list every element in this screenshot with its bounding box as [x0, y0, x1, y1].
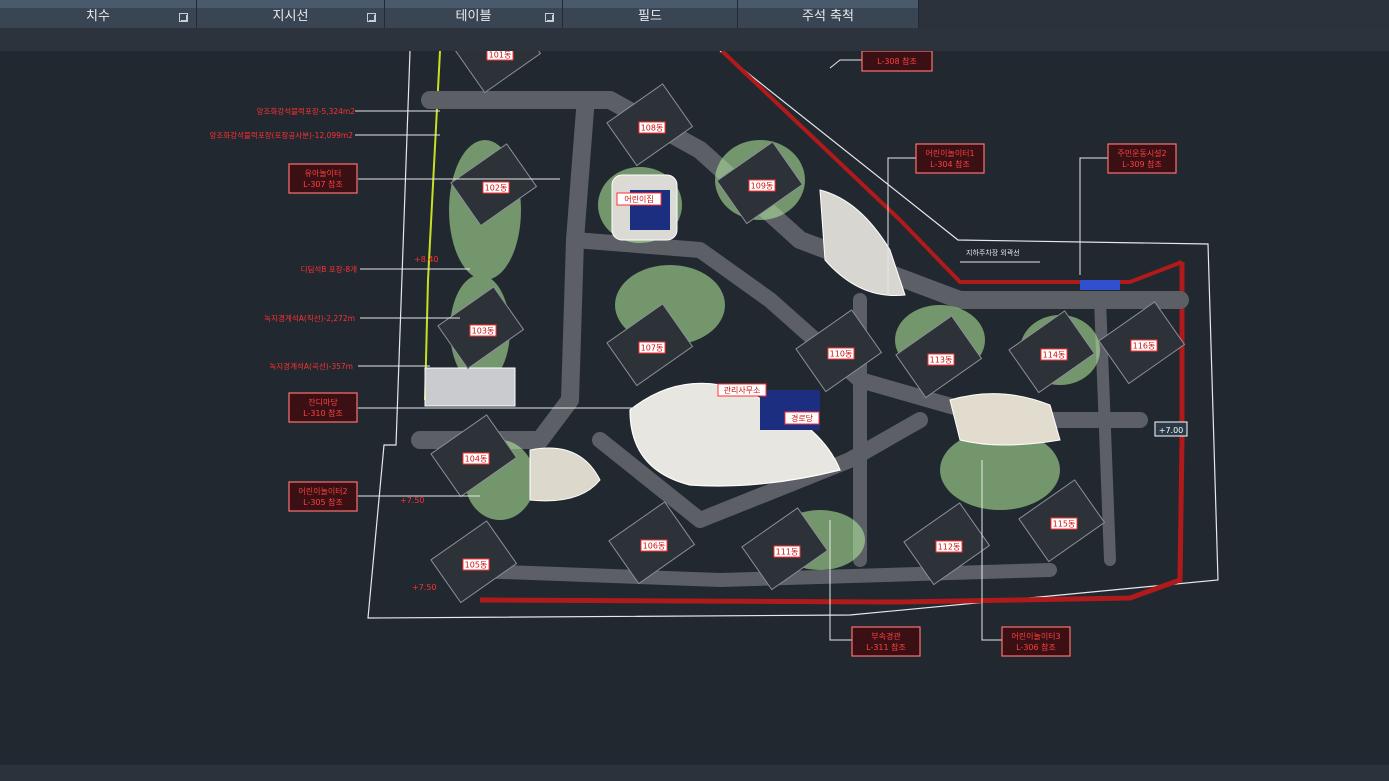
note-paving-2: 앙조화강석블럭포장(포장공사분)-12,099m2 — [210, 130, 354, 140]
level-mark: +7.50 — [400, 496, 425, 505]
note-parking-outline: 지하주차장 외곽선 — [966, 248, 1020, 257]
building-label: 106동 — [643, 542, 666, 551]
building-label: 104동 — [465, 455, 488, 464]
tab-top-strip — [197, 0, 384, 8]
panel-label: 필드 — [638, 9, 662, 24]
level-mark: +8.40 — [414, 255, 439, 264]
building-label: 105동 — [465, 561, 488, 570]
callout-ref: L-308 참조 — [877, 56, 917, 66]
ribbon-panel-bar: 치수 지시선 테이블 필드 주석 축척 — [0, 0, 1389, 28]
ribbon-panel-leaders[interactable]: 지시선 — [197, 0, 385, 28]
callout-accessory: 부속경관 L-311 참조 — [851, 626, 921, 657]
callout-playground-2: 어린이놀이터2 L-305 참조 — [288, 481, 358, 512]
building-label: 110동 — [830, 350, 853, 359]
status-bar — [0, 765, 1389, 781]
callout-title: 어린이놀이터3 — [1011, 631, 1060, 641]
callout-playground-1: 어린이놀이터1 L-304 참조 — [915, 143, 985, 174]
note-curb-curved: 녹지경계석A(곡선)-357m — [269, 361, 353, 371]
building-label: 108동 — [641, 124, 664, 133]
tab-top-strip — [738, 0, 918, 8]
tab-top-strip — [385, 0, 562, 8]
dialog-launcher-icon[interactable] — [179, 13, 188, 22]
building-label: 111동 — [776, 548, 799, 557]
lawn-yard — [424, 367, 516, 407]
callout-playground-3: 어린이놀이터3 L-306 참조 — [1001, 626, 1071, 657]
building-label: 112동 — [938, 543, 961, 552]
callout-title: 어린이놀이터1 — [925, 148, 974, 158]
callout-fitness-2: 주민운동시설2 L-309 참조 — [1107, 143, 1177, 174]
west-playground — [529, 447, 601, 502]
tab-top-strip — [563, 0, 737, 8]
level-mark: +7.50 — [412, 583, 437, 592]
building-label: 116동 — [1133, 342, 1156, 351]
callout-ref: L-310 참조 — [303, 408, 343, 418]
callout-ref: L-309 참조 — [1122, 159, 1162, 169]
callout-top: L-308 참조 — [861, 51, 933, 72]
tab-top-strip — [0, 0, 196, 8]
callout-ref: L-305 참조 — [303, 497, 343, 507]
ribbon-panel-dimensions[interactable]: 치수 — [0, 0, 197, 28]
callout-title: 주민운동시설2 — [1117, 148, 1166, 158]
callout-title: 부속경관 — [871, 631, 901, 641]
ribbon-panel-fields[interactable]: 필드 — [563, 0, 738, 28]
ribbon-panel-tables[interactable]: 테이블 — [385, 0, 563, 28]
dialog-launcher-icon[interactable] — [367, 13, 376, 22]
callout-ref: L-311 참조 — [866, 642, 906, 652]
dialog-launcher-icon[interactable] — [545, 13, 554, 22]
facility-senior-center: 경로당 — [791, 413, 814, 423]
ribbon-panel-annotation-scale[interactable]: 주석 축척 — [738, 0, 919, 28]
panel-label: 지시선 — [272, 9, 309, 24]
callout-title: 잔디마당 — [308, 397, 338, 407]
site-plan-drawing: 101동 102동 103동 104동 105동 106동 107동 108동 109동 110동… — [210, 51, 1219, 657]
building-label: 109동 — [751, 182, 774, 191]
building-label: 101동 — [489, 51, 512, 60]
building-label: 115동 — [1053, 520, 1076, 529]
callout-playground-toddler: 유아놀이터 L-307 참조 — [288, 163, 358, 194]
building-label: 102동 — [485, 184, 508, 193]
east-playground — [949, 393, 1061, 446]
panel-label: 치수 — [86, 9, 110, 24]
drawing-canvas[interactable]: 101동 102동 103동 104동 105동 106동 107동 108동 109동 110동… — [0, 51, 1389, 765]
facility-daycare: 어린이집 — [624, 194, 653, 204]
north-playground — [819, 189, 906, 297]
panel-label: 주석 축척 — [802, 9, 854, 24]
note-stepping-stone: 디딤석B 포장-8개 — [301, 264, 358, 274]
file-tab-strip — [0, 28, 1389, 51]
callout-ref: L-307 참조 — [303, 179, 343, 189]
building-label: 114동 — [1043, 351, 1066, 360]
note-curb-straight: 녹지경계석A(직선)-2,272m — [264, 313, 355, 323]
fitness-zone — [1080, 280, 1120, 290]
callout-title: 유아놀이터 — [305, 168, 342, 178]
panel-label: 테이블 — [455, 9, 492, 24]
building-label: 107동 — [641, 344, 664, 353]
facility-management-office: 관리사무소 — [724, 385, 761, 395]
building-label: 103동 — [472, 327, 495, 336]
building-label: 113동 — [930, 356, 953, 365]
callout-title: 어린이놀이터2 — [298, 486, 347, 496]
callout-ref: L-304 참조 — [930, 159, 970, 169]
callout-ref: L-306 참조 — [1016, 642, 1056, 652]
callout-lawn: 잔디마당 L-310 참조 — [288, 392, 358, 423]
note-paving-1: 앙조화강석블럭포장-5,324m2 — [257, 106, 356, 116]
level-mark: +7.00 — [1159, 426, 1184, 435]
